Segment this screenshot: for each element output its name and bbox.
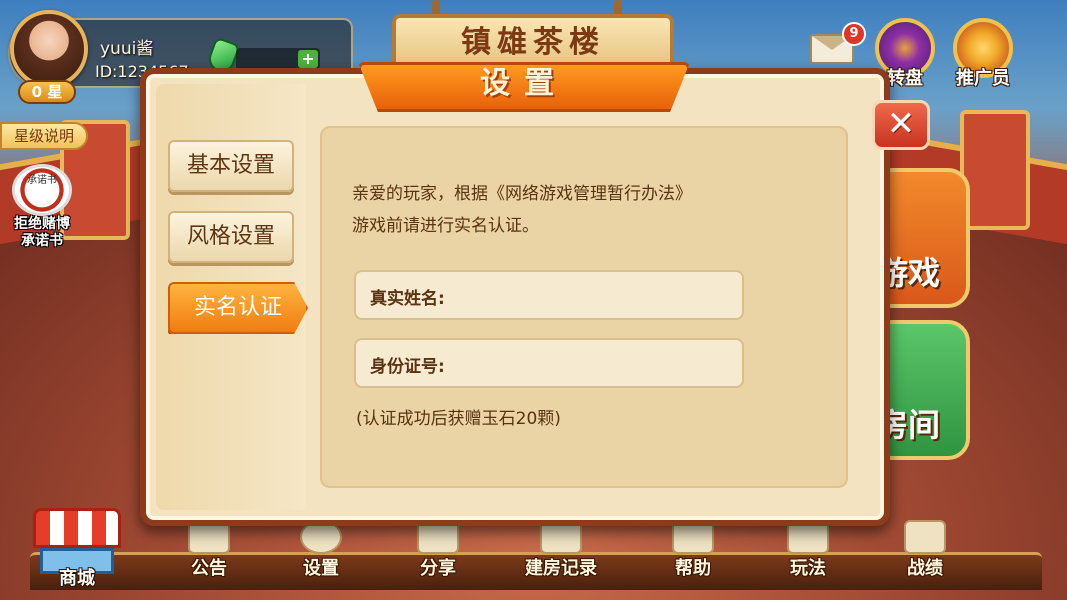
star-level-badge: 0 星: [18, 80, 76, 104]
tab-real-name-verification[interactable]: 实名认证: [168, 282, 308, 334]
pledge-label-line2: 承诺书: [21, 233, 63, 249]
background-pillar-right: [960, 110, 1030, 230]
shop-button[interactable]: 商城: [28, 508, 126, 594]
star-explain-button[interactable]: 星级说明: [0, 122, 88, 150]
nav-announcement-label: 公告: [191, 558, 227, 579]
verification-panel: 亲爱的玩家，根据《网络游戏管理暂行办法》 游戏前请进行实名认证。 真实姓名: 身…: [320, 126, 848, 488]
promoter-button[interactable]: 推广员: [950, 18, 1016, 89]
close-button[interactable]: ✕: [872, 100, 930, 150]
crown-icon: [904, 520, 946, 554]
nav-announcement[interactable]: 公告: [164, 520, 254, 590]
nav-rules[interactable]: 玩法: [763, 520, 853, 590]
nav-settings[interactable]: 设置: [276, 520, 366, 590]
player-nickname: yuui酱: [100, 39, 154, 59]
notice-line-1: 亲爱的玩家，根据《网络游戏管理暂行办法》: [352, 184, 692, 204]
real-name-input[interactable]: [456, 280, 726, 310]
nav-rules-label: 玩法: [790, 558, 826, 579]
nav-settings-label: 设置: [303, 558, 339, 579]
id-number-field[interactable]: 身份证号:: [354, 338, 744, 388]
settings-dialog: 基本设置 风格设置 实名认证 亲爱的玩家，根据《网络游戏管理暂行办法》 游戏前请…: [140, 62, 890, 526]
nav-records[interactable]: 战绩: [880, 520, 970, 590]
shop-awning-icon: [33, 508, 121, 548]
id-number-input[interactable]: [456, 348, 726, 378]
mail-count-badge: 9: [842, 22, 866, 46]
avatar[interactable]: [10, 10, 88, 88]
tab-basic-settings[interactable]: 基本设置: [168, 140, 294, 192]
tab-style-settings[interactable]: 风格设置: [168, 211, 294, 263]
pledge-icon-text: 承诺书: [27, 175, 57, 186]
notice-line-2: 游戏前请进行实名认证。: [352, 216, 539, 236]
no-gambling-icon: 承诺书: [12, 164, 72, 216]
real-name-field[interactable]: 真实姓名:: [354, 270, 744, 320]
nav-records-label: 战绩: [907, 558, 943, 579]
pledge-label-line1: 拒绝赌博: [14, 216, 70, 232]
real-name-label: 真实姓名:: [370, 289, 445, 309]
nav-help[interactable]: 帮助: [648, 520, 738, 590]
verification-notice: 亲爱的玩家，根据《网络游戏管理暂行办法》 游戏前请进行实名认证。: [352, 178, 832, 242]
reward-note: (认证成功后获赠玉石20颗): [356, 409, 561, 429]
nav-room-records-label: 建房记录: [525, 558, 597, 579]
id-number-label: 身份证号:: [370, 357, 445, 377]
promoter-label: 推广员: [956, 68, 1010, 89]
nav-help-label: 帮助: [675, 558, 711, 579]
shop-label: 商城: [59, 568, 95, 589]
nav-share[interactable]: 分享: [393, 520, 483, 590]
anti-gambling-pledge-button[interactable]: 承诺书 拒绝赌博 承诺书: [6, 164, 78, 249]
dialog-title: 设置: [480, 66, 568, 101]
add-jade-button[interactable]: +: [298, 50, 318, 68]
nav-share-label: 分享: [420, 558, 456, 579]
nav-room-records[interactable]: 建房记录: [506, 520, 616, 590]
